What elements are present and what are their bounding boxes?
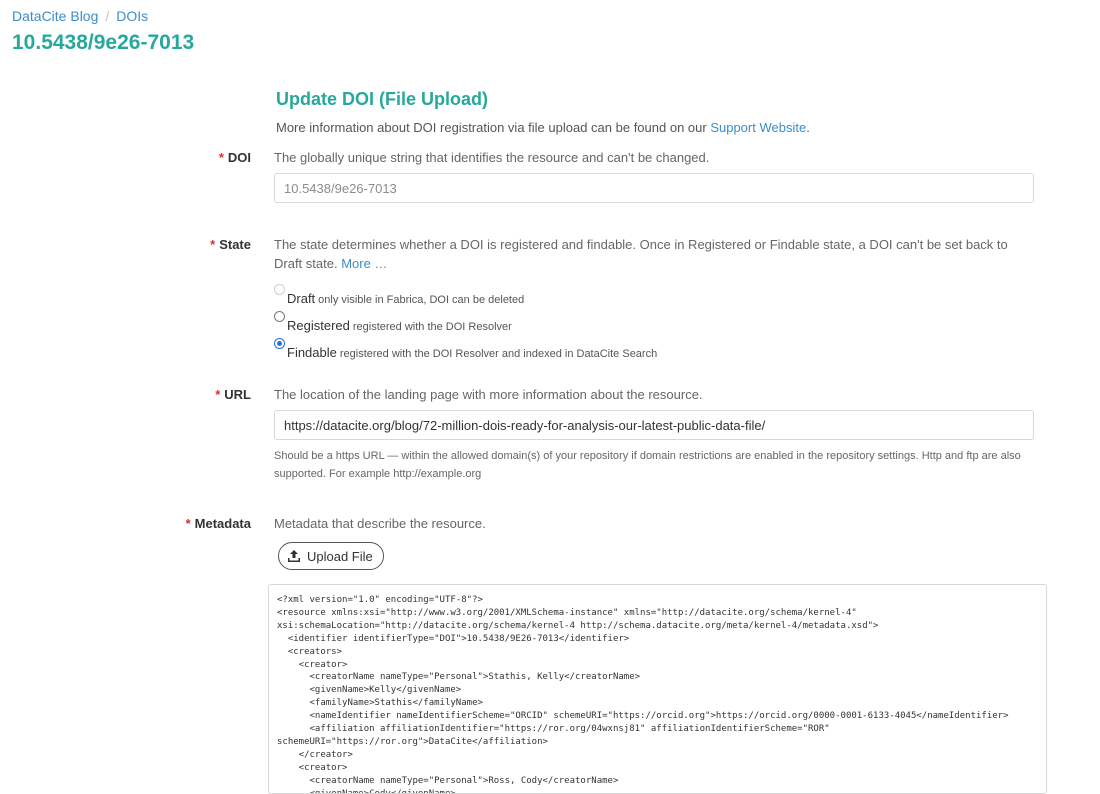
url-hint: Should be a https URL — within the allow…: [274, 450, 1021, 480]
state-help: The state determines whether a DOI is re…: [274, 235, 1034, 273]
form-intro-end: .: [806, 120, 810, 135]
upload-file-label: Upload File: [307, 548, 373, 564]
form-intro-text: More information about DOI registration …: [276, 120, 711, 135]
form-intro: More information about DOI registration …: [276, 120, 810, 135]
draft-radio[interactable]: [274, 284, 285, 295]
findable-desc: registered with the DOI Resolver and ind…: [339, 348, 658, 360]
state-more-link[interactable]: More …: [341, 256, 387, 271]
registered-name: Registered: [287, 318, 350, 333]
metadata-label: * Metadata: [0, 516, 251, 531]
state-label: * State: [0, 237, 251, 252]
support-website-link[interactable]: Support Website: [710, 120, 806, 135]
state-option-registered[interactable]: Registered registered with the DOI Resolv…: [274, 311, 512, 333]
form-title: Update DOI (File Upload): [276, 89, 489, 109]
draft-name: Draft: [287, 291, 316, 306]
metadata-xml-content: <?xml version="1.0" encoding="UTF-8"?> <…: [277, 595, 1009, 794]
doi-label-text: DOI: [227, 150, 251, 165]
state-label-text: State: [219, 237, 251, 252]
breadcrumb-separator: /: [105, 8, 110, 24]
upload-icon: [287, 549, 301, 563]
page-title: 10.5438/9e26-7013: [12, 31, 195, 54]
breadcrumb: DataCite Blog / DOIs: [12, 8, 148, 24]
url-label: * URL: [0, 387, 251, 402]
findable-radio[interactable]: [274, 338, 285, 349]
breadcrumb-item-dois[interactable]: DOIs: [116, 8, 148, 24]
url-input[interactable]: [274, 410, 1034, 440]
required-marker: *: [210, 237, 216, 252]
required-marker: *: [215, 387, 221, 402]
required-marker: *: [185, 516, 191, 531]
metadata-help: Metadata that describe the resource.: [274, 516, 486, 531]
doi-help: The globally unique string that identifi…: [274, 150, 710, 165]
url-label-text: URL: [224, 387, 251, 402]
url-help: The location of the landing page with mo…: [274, 387, 703, 402]
required-marker: *: [218, 150, 224, 165]
state-option-draft[interactable]: Draft only visible in Fabrica, DOI can be…: [274, 284, 524, 306]
metadata-xml-editor[interactable]: <?xml version="1.0" encoding="UTF-8"?> <…: [268, 584, 1047, 794]
registered-radio[interactable]: [274, 311, 285, 322]
breadcrumb-item-datacite-blog[interactable]: DataCite Blog: [12, 8, 98, 24]
state-option-findable[interactable]: Findable registered with the DOI Resolver…: [274, 338, 657, 360]
doi-input[interactable]: [274, 173, 1034, 203]
upload-file-button[interactable]: Upload File: [278, 542, 384, 570]
draft-desc: only visible in Fabrica, DOI can be dele…: [318, 294, 525, 306]
findable-name: Findable: [287, 345, 337, 360]
registered-desc: registered with the DOI Resolver: [352, 321, 512, 333]
metadata-label-text: Metadata: [194, 516, 251, 531]
doi-label: * DOI: [0, 150, 251, 165]
